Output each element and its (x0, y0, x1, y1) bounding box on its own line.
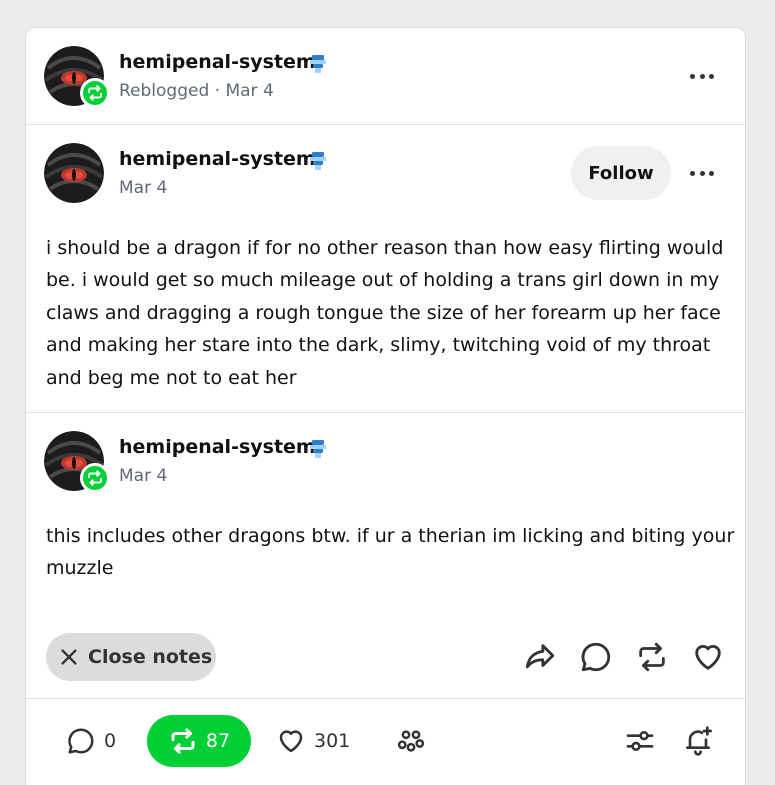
reblogs-count[interactable]: 87 (147, 715, 251, 767)
reblog-meta: Reblogged · Mar 4 (119, 81, 274, 101)
reblogs-value: 87 (205, 730, 231, 752)
dot (699, 73, 705, 79)
blog-badge-icon (307, 150, 329, 172)
more-options-button[interactable] (684, 66, 720, 86)
follow-button[interactable]: Follow (571, 146, 671, 200)
replies-count[interactable]: 0 (66, 716, 116, 766)
replies-value: 0 (104, 730, 117, 752)
notes-cluster-icon (397, 730, 425, 752)
avatar[interactable] (44, 143, 104, 203)
post-card: hemipenal-system Reblogged · Mar 4 hemip… (25, 27, 746, 785)
reblog-icon (171, 728, 195, 754)
dot (699, 170, 705, 176)
divider (26, 698, 745, 699)
blog-badge-icon (307, 53, 329, 75)
dot (709, 73, 714, 79)
reblogger-username[interactable]: hemipenal-system (119, 51, 316, 73)
post-date: Mar 4 (119, 178, 168, 198)
like-icon[interactable] (691, 640, 725, 674)
dot (690, 73, 695, 79)
reblog-badge-icon (80, 463, 110, 493)
heart-icon (279, 730, 303, 753)
reblog-badge-icon (80, 78, 110, 108)
reblog-date: Mar 4 (119, 466, 168, 486)
divider (26, 412, 745, 413)
divider (26, 124, 745, 125)
reblog-body: this includes other dragons btw. if ur a… (46, 525, 735, 580)
reblog-icon[interactable] (635, 640, 669, 674)
likes-value: 301 (314, 730, 351, 752)
close-notes-button[interactable]: Close notes (46, 633, 216, 681)
dot (690, 170, 695, 176)
community-notes-button[interactable] (396, 716, 434, 766)
likes-count[interactable]: 301 (276, 716, 350, 766)
bell-plus-icon (686, 726, 712, 756)
post-body: i should be a dragon if for no other rea… (46, 237, 724, 389)
sliders-icon (626, 731, 654, 751)
share-icon[interactable] (523, 640, 557, 674)
notify-button[interactable] (682, 716, 722, 766)
reblog-username[interactable]: hemipenal-system (119, 436, 316, 458)
post-username[interactable]: hemipenal-system (119, 148, 316, 170)
dot (709, 170, 714, 176)
close-icon (61, 649, 77, 665)
close-notes-label: Close notes (88, 646, 213, 668)
more-options-button[interactable] (684, 163, 720, 183)
filter-button[interactable] (624, 716, 664, 766)
reply-icon[interactable] (579, 640, 613, 674)
reply-icon (68, 728, 94, 754)
blog-badge-icon (307, 438, 329, 460)
